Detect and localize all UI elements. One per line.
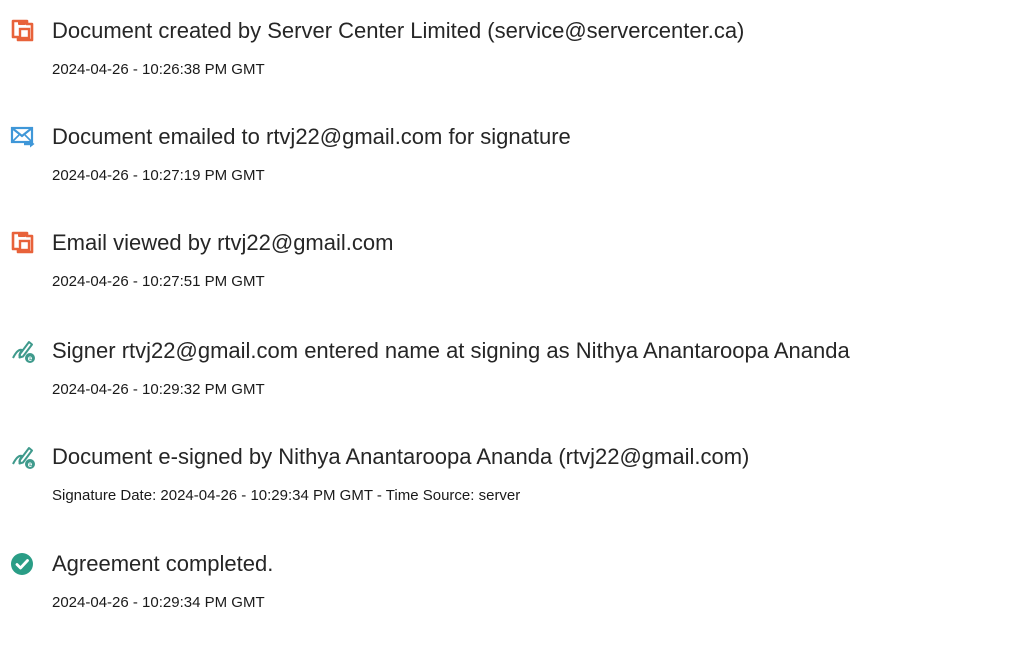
- pen-sign-icon: e: [10, 444, 36, 470]
- document-icon: [10, 18, 36, 44]
- history-event-completed: Agreement completed. 2024-04-26 - 10:29:…: [0, 545, 1020, 635]
- event-signature-date: Signature Date: 2024-04-26 - 10:29:34 PM…: [52, 487, 521, 504]
- event-title: Signer rtvj22@gmail.com entered name at …: [52, 338, 850, 363]
- history-event-created: Document created by Server Center Limite…: [0, 12, 1020, 102]
- pen-sign-icon: e: [10, 338, 36, 364]
- event-title: Document emailed to rtvj22@gmail.com for…: [52, 124, 571, 149]
- check-circle-icon: [10, 551, 36, 577]
- event-timestamp: 2024-04-26 - 10:27:19 PM GMT: [52, 167, 265, 184]
- email-sent-icon: [10, 124, 36, 150]
- history-event-name-entered: e Signer rtvj22@gmail.com entered name a…: [0, 332, 1020, 422]
- history-event-viewed: Email viewed by rtvj22@gmail.com 2024-04…: [0, 224, 1020, 314]
- event-title: Email viewed by rtvj22@gmail.com: [52, 230, 394, 255]
- history-event-esigned: e Document e-signed by Nithya Anantaroop…: [0, 438, 1020, 528]
- event-title: Document e-signed by Nithya Anantaroopa …: [52, 444, 750, 469]
- event-timestamp: 2024-04-26 - 10:29:34 PM GMT: [52, 594, 265, 611]
- svg-text:e: e: [28, 354, 33, 363]
- event-title: Document created by Server Center Limite…: [52, 18, 745, 43]
- event-timestamp: 2024-04-26 - 10:26:38 PM GMT: [52, 61, 265, 78]
- event-title: Agreement completed.: [52, 551, 274, 576]
- event-timestamp: 2024-04-26 - 10:29:32 PM GMT: [52, 381, 265, 398]
- svg-text:e: e: [28, 460, 33, 469]
- event-timestamp: 2024-04-26 - 10:27:51 PM GMT: [52, 273, 265, 290]
- history-event-emailed: Document emailed to rtvj22@gmail.com for…: [0, 118, 1020, 208]
- document-icon: [10, 230, 36, 256]
